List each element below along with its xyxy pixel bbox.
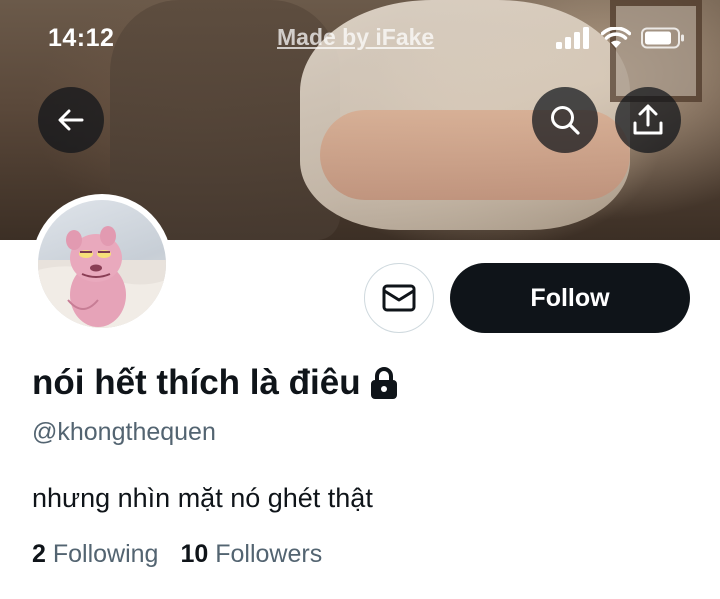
cellular-signal-icon — [556, 27, 589, 49]
search-button[interactable] — [532, 87, 598, 153]
followers-label: Followers — [215, 540, 323, 568]
lock-icon — [370, 367, 397, 399]
username-handle: @khongthequen — [32, 418, 216, 446]
follow-button[interactable]: Follow — [450, 263, 690, 333]
message-button[interactable] — [364, 263, 434, 333]
following-stat[interactable]: 2 Following — [32, 540, 158, 569]
share-upload-icon — [633, 104, 663, 135]
follow-stats: 2 Following 10 Followers — [32, 540, 322, 569]
status-time: 14:12 — [48, 24, 115, 52]
search-icon — [551, 106, 580, 135]
followers-count: 10 — [180, 540, 209, 568]
following-label: Following — [52, 540, 159, 568]
status-icons — [555, 26, 685, 50]
arrow-left-icon — [58, 109, 84, 131]
wifi-icon — [601, 27, 631, 48]
status-watermark: Made by iFake — [277, 24, 435, 50]
following-count: 2 — [32, 540, 46, 568]
envelope-icon — [382, 284, 416, 312]
display-name: nói hết thích là điêu — [32, 363, 361, 402]
profile-bio: nhưng nhìn mặt nó ghét thật — [32, 483, 373, 513]
back-button[interactable] — [38, 87, 104, 153]
avatar[interactable] — [32, 194, 172, 334]
battery-icon — [641, 27, 684, 49]
followers-stat[interactable]: 10 Followers — [180, 540, 322, 569]
pink-panther-avatar — [38, 200, 166, 328]
share-button[interactable] — [615, 87, 681, 153]
display-name-row: nói hết thích là điêu — [32, 363, 399, 403]
banner-photo-frame — [610, 0, 702, 102]
